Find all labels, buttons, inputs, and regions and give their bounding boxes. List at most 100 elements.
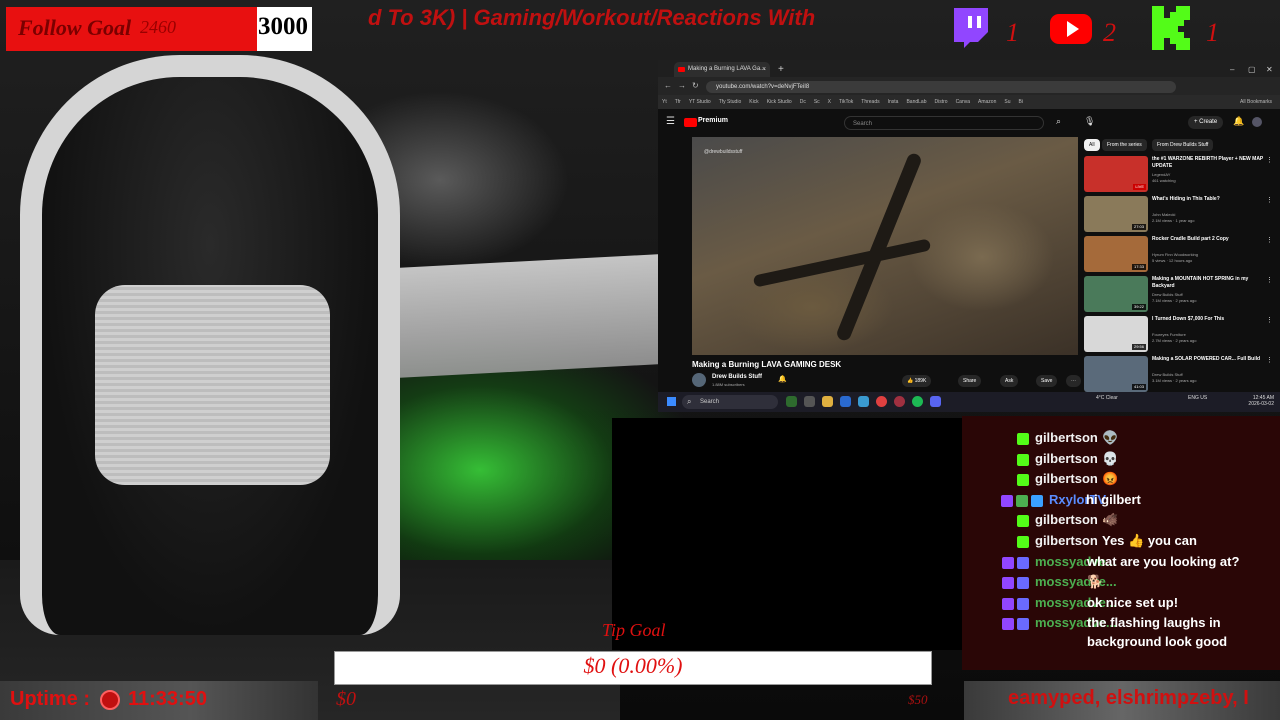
recommendation-title[interactable]: What's Hiding in This Table?: [1152, 196, 1264, 203]
forward-button[interactable]: →: [678, 79, 686, 93]
hamburger-menu-icon[interactable]: ☰: [666, 116, 675, 127]
folder-icon[interactable]: [822, 396, 833, 407]
more-options-icon[interactable]: ⋮: [1266, 156, 1273, 164]
recommendation-item[interactable]: I Turned Down $7,000 For This Foureyes Fu…: [1084, 316, 1274, 352]
save-button[interactable]: Save: [1036, 375, 1058, 387]
chat-username[interactable]: gilbertson: [1035, 430, 1098, 445]
spotify-icon[interactable]: [912, 396, 923, 407]
like-button[interactable]: 👍 189K: [902, 375, 932, 387]
bookmark-item[interactable]: Threads: [861, 99, 879, 105]
chat-message-text: ok nice set up!: [1087, 594, 1179, 610]
new-tab-button[interactable]: +: [778, 62, 784, 77]
bookmark-item[interactable]: Amazon: [978, 99, 996, 105]
bookmark-item[interactable]: Yt: [662, 99, 667, 105]
clock-date: 2026-03-02: [1248, 401, 1274, 407]
bookmark-item[interactable]: Sc: [814, 99, 820, 105]
share-button[interactable]: Share: [958, 375, 982, 387]
create-button[interactable]: + Create: [1188, 116, 1224, 129]
clock[interactable]: 12:45 AM 2026-03-02: [1232, 395, 1274, 407]
all-bookmarks-button[interactable]: All Bookmarks: [1240, 95, 1272, 109]
bookmark-item[interactable]: Kick: [749, 99, 758, 105]
search-icon[interactable]: ⌕: [1056, 116, 1061, 127]
youtube-search-input[interactable]: Search: [844, 116, 1044, 130]
chat-badge-icon: [1031, 494, 1043, 507]
address-bar[interactable]: youtube.com/watch?v=deNvjFTeiI8: [706, 81, 1176, 93]
discord-icon[interactable]: [930, 396, 941, 407]
more-options-icon[interactable]: ⋮: [1266, 316, 1273, 324]
chrome-icon[interactable]: [876, 396, 887, 407]
bookmark-item[interactable]: Kick Studio: [767, 99, 792, 105]
minimize-button[interactable]: –: [1230, 62, 1234, 77]
chip-from-series[interactable]: From the series: [1102, 139, 1147, 151]
chat-username[interactable]: gilbertson: [1035, 471, 1098, 486]
weather[interactable]: 4°C Clear: [1096, 395, 1118, 401]
recommendation-title[interactable]: Making a MOUNTAIN HOT SPRING in my Backy…: [1152, 276, 1264, 290]
back-button[interactable]: ←: [664, 79, 672, 93]
obs-icon[interactable]: [894, 396, 905, 407]
bookmark-item[interactable]: Su: [1004, 99, 1010, 105]
mic-icon[interactable]: 🎙: [1084, 116, 1095, 127]
recommendation-title[interactable]: I Turned Down $7,000 For This: [1152, 316, 1264, 323]
more-options-icon[interactable]: ⋮: [1266, 356, 1273, 364]
recommendation-item[interactable]: Making a MOUNTAIN HOT SPRING in my Backy…: [1084, 276, 1274, 312]
more-actions-button[interactable]: ⋯: [1066, 375, 1081, 387]
reload-button[interactable]: ↻: [692, 79, 699, 93]
bookmark-item[interactable]: BandLab: [906, 99, 926, 105]
twitch-count: 1: [1006, 18, 1019, 47]
recommendation-item[interactable]: What's Hiding in This Table? John Malecki…: [1084, 196, 1274, 232]
youtube-favicon-icon: [678, 67, 685, 72]
follow-goal-current: 2460: [140, 17, 176, 37]
app-icon[interactable]: [840, 396, 851, 407]
avatar[interactable]: [1252, 117, 1262, 127]
bookmark-item[interactable]: Distro: [935, 99, 948, 105]
app-icon[interactable]: [786, 396, 797, 407]
bookmark-item[interactable]: Dc: [800, 99, 806, 105]
recommendation-meta: 7.1M views · 2 years ago: [1152, 298, 1197, 303]
follow-goal-label: Follow Goal: [18, 15, 132, 40]
desk: [360, 254, 660, 380]
chat-badge-icon: [1017, 515, 1029, 528]
app-icon[interactable]: [858, 396, 869, 407]
recommendation-item[interactable]: Rocker Cradle Build part 2 Copy Hyrum Fin…: [1084, 236, 1274, 272]
channel-avatar[interactable]: [692, 373, 706, 387]
tab-close-icon[interactable]: ×: [762, 62, 766, 77]
youtube-logo-icon[interactable]: [684, 118, 697, 127]
bookmark-item[interactable]: TikTok: [839, 99, 853, 105]
recommendation-title[interactable]: Rocker Cradle Build part 2 Copy: [1152, 236, 1264, 243]
recent-events-ticker: eamyped, elshrimpzeby, I: [1008, 687, 1249, 709]
bookmark-item[interactable]: YT Studio: [689, 99, 711, 105]
bookmark-item[interactable]: Insta: [888, 99, 899, 105]
subscribe-bell-icon[interactable]: 🔔: [778, 375, 787, 383]
recommendation-title[interactable]: the #1 WARZONE REBIRTH Player + NEW MAP …: [1152, 156, 1264, 170]
youtube-brand[interactable]: Premium: [698, 117, 728, 124]
bookmark-item[interactable]: X: [828, 99, 831, 105]
chip-from-channel[interactable]: From Drew Builds Stuff: [1152, 139, 1214, 151]
recommendation-item[interactable]: the #1 WARZONE REBIRTH Player + NEW MAP …: [1084, 156, 1274, 192]
recommendation-title[interactable]: Making a SOLAR POWERED CAR... Full Build: [1152, 356, 1264, 363]
bookmark-item[interactable]: Tfy Studio: [719, 99, 742, 105]
chat-username[interactable]: gilbertson: [1035, 533, 1098, 548]
app-icon[interactable]: [804, 396, 815, 407]
bookmark-item[interactable]: Canva: [956, 99, 970, 105]
bookmark-item[interactable]: Bi: [1018, 99, 1022, 105]
chat-username[interactable]: gilbertson: [1035, 512, 1098, 527]
bookmark-item[interactable]: Tfr: [675, 99, 681, 105]
taskbar-search[interactable]: Search: [682, 395, 778, 409]
channel-name[interactable]: Drew Builds Stuff: [712, 374, 762, 380]
chip-all[interactable]: All: [1084, 139, 1100, 151]
language-indicator[interactable]: ENG US: [1188, 395, 1207, 401]
ask-button[interactable]: Ask: [1000, 375, 1019, 387]
close-window-button[interactable]: ✕: [1266, 62, 1273, 77]
more-options-icon[interactable]: ⋮: [1266, 236, 1273, 244]
recommendation-item[interactable]: Making a SOLAR POWERED CAR... Full Build…: [1084, 356, 1274, 392]
maximize-button[interactable]: ▢: [1248, 62, 1256, 77]
notifications-bell-icon[interactable]: 🔔: [1233, 116, 1244, 127]
more-options-icon[interactable]: ⋮: [1266, 276, 1273, 284]
tab-active[interactable]: Making a Burning LAVA Ga...: [674, 62, 770, 77]
windows-start-icon[interactable]: [667, 397, 676, 406]
chat-username[interactable]: gilbertson: [1035, 451, 1098, 466]
tip-goal-amount: $0 (0.00%): [583, 653, 683, 678]
duration-badge: 29:56: [1131, 344, 1146, 350]
video-player[interactable]: @drewbuildsstuff: [692, 137, 1078, 355]
more-options-icon[interactable]: ⋮: [1266, 196, 1273, 204]
